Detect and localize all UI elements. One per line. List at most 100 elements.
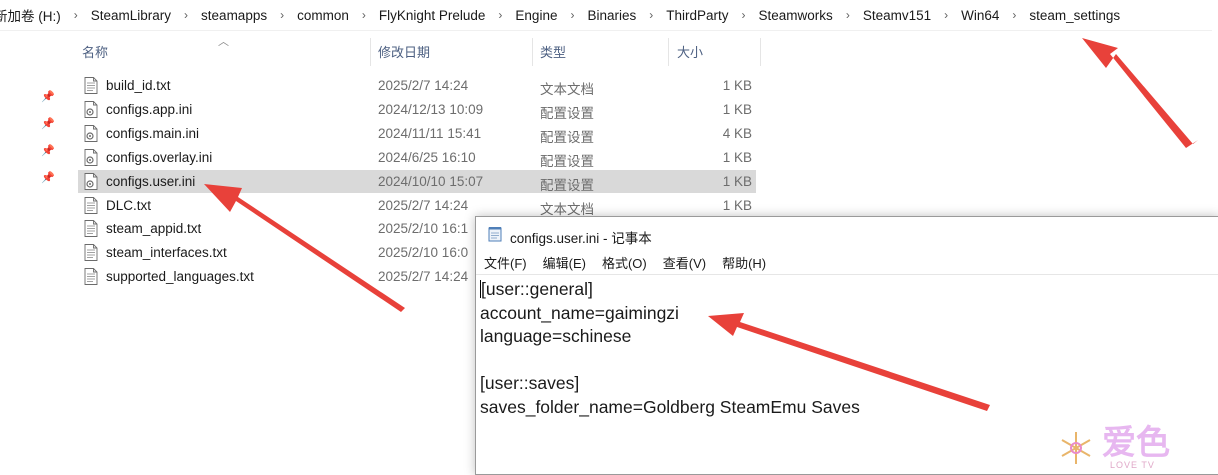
file-date: 2024/11/11 15:41 xyxy=(378,125,482,141)
chevron-right-icon[interactable]: › xyxy=(649,8,653,22)
file-size: 1 KB xyxy=(722,197,752,213)
file-row[interactable]: configs.user.ini 2024/10/10 15:07 配置设置 1 KB xyxy=(78,169,756,193)
file-name: build_id.txt xyxy=(106,78,171,93)
notepad-text-line xyxy=(480,349,1218,373)
file-type: 配置设置 xyxy=(540,153,594,169)
column-divider[interactable] xyxy=(532,38,533,66)
file-name: configs.user.ini xyxy=(106,173,196,189)
watermark-text: 爱色 xyxy=(1102,424,1170,462)
notepad-text-line: [user::general] xyxy=(480,278,1218,302)
notepad-menu-item[interactable]: 查看(V) xyxy=(655,251,714,273)
breadcrumb-item[interactable]: FlyKnight Prelude xyxy=(379,8,486,23)
chevron-right-icon[interactable]: › xyxy=(74,8,78,22)
file-date: 2025/2/7 14:24 xyxy=(378,197,469,213)
breadcrumb-item[interactable]: 新加卷 (H:) xyxy=(0,5,61,25)
file-name: steam_interfaces.txt xyxy=(106,245,227,261)
notepad-menu-item[interactable]: 帮助(H) xyxy=(714,251,774,273)
file-size: 1 KB xyxy=(722,149,752,165)
ini-file-icon xyxy=(84,172,98,190)
column-header-name[interactable]: 名称 xyxy=(82,38,108,64)
ini-file-icon xyxy=(84,124,98,142)
breadcrumb-item[interactable]: Steamworks xyxy=(759,8,833,23)
file-name: DLC.txt xyxy=(106,197,152,213)
pin-icon[interactable]: 📌 xyxy=(41,171,55,184)
column-divider[interactable] xyxy=(760,38,761,66)
ini-file-icon xyxy=(84,100,98,118)
file-date: 2025/2/10 16:0 xyxy=(378,245,469,261)
file-type: 配置设置 xyxy=(540,177,594,193)
text-file-icon xyxy=(84,196,98,214)
breadcrumb-item[interactable]: steam_settings xyxy=(1029,8,1120,23)
sort-ascending-icon: ︿ xyxy=(218,36,229,48)
file-date: 2024/12/13 10:09 xyxy=(378,101,484,117)
pin-icon[interactable]: 📌 xyxy=(41,144,55,157)
file-date: 2024/6/25 16:10 xyxy=(378,149,476,165)
file-row[interactable]: configs.app.ini 2024/12/13 10:09 配置设置 1 KB xyxy=(78,98,756,121)
file-name: steam_appid.txt xyxy=(106,221,202,237)
watermark-logo: 爱色 LOVE TV xyxy=(1058,424,1178,470)
file-row[interactable]: configs.overlay.ini 2024/6/25 16:10 配置设置 1 … xyxy=(78,146,756,169)
chevron-right-icon[interactable]: › xyxy=(742,8,746,22)
file-size: 4 KB xyxy=(722,125,752,141)
breadcrumb-item[interactable]: Steamv151 xyxy=(863,8,931,23)
file-type: 配置设置 xyxy=(540,129,594,145)
file-name: configs.overlay.ini xyxy=(106,149,213,165)
breadcrumb-item[interactable]: Win64 xyxy=(961,8,999,23)
breadcrumb-item[interactable]: common xyxy=(297,8,349,23)
notepad-menu-item[interactable]: 编辑(E) xyxy=(535,251,594,273)
file-date: 2025/2/10 16:1 xyxy=(378,221,469,237)
chevron-right-icon[interactable]: › xyxy=(570,8,574,22)
file-row[interactable]: configs.main.ini 2024/11/11 15:41 配置设置 4 KB xyxy=(78,122,756,145)
chevron-right-icon[interactable]: › xyxy=(184,8,188,22)
notepad-text-line: account_name=gaimingzi xyxy=(480,302,679,323)
text-file-icon xyxy=(84,244,98,262)
breadcrumb-item[interactable]: ThirdParty xyxy=(666,8,728,23)
column-divider[interactable] xyxy=(370,38,371,66)
breadcrumb-item[interactable]: Binaries xyxy=(587,8,636,23)
chevron-right-icon[interactable]: › xyxy=(498,8,502,22)
file-name: configs.main.ini xyxy=(106,125,200,141)
file-type: 文本文档 xyxy=(540,201,594,217)
notepad-text-line: language=schinese xyxy=(480,326,632,347)
file-name: supported_languages.txt xyxy=(106,269,254,285)
pin-icon[interactable]: 📌 xyxy=(41,90,55,103)
notepad-text-line: [user::saves] xyxy=(480,373,580,394)
chevron-right-icon[interactable]: › xyxy=(362,8,366,22)
file-date: 2024/10/10 15:07 xyxy=(378,173,484,189)
notepad-menu-bar: 文件(F) 编辑(E) 格式(O) 查看(V) 帮助(H) xyxy=(476,251,1218,273)
chevron-right-icon[interactable]: › xyxy=(944,8,948,22)
arrow-to-folder-icon xyxy=(1082,38,1198,148)
file-size: 1 KB xyxy=(722,101,752,117)
file-type: 配置设置 xyxy=(540,105,594,121)
file-date: 2025/2/7 14:24 xyxy=(378,78,469,93)
notepad-menu-item[interactable]: 文件(F) xyxy=(476,251,535,273)
breadcrumb-item[interactable]: SteamLibrary xyxy=(91,8,171,23)
watermark-subtext: LOVE TV xyxy=(1110,460,1155,470)
text-file-icon xyxy=(84,77,98,94)
column-header-size[interactable]: 大小 xyxy=(677,38,703,64)
chevron-right-icon[interactable]: › xyxy=(846,8,850,22)
snowflake-icon xyxy=(1061,432,1091,464)
notepad-text-line: saves_folder_name=Goldberg SteamEmu Save… xyxy=(480,396,860,417)
file-size: 1 KB xyxy=(722,173,752,189)
file-row[interactable]: DLC.txt 2025/2/7 14:24 文本文档 1 KB xyxy=(78,194,756,217)
breadcrumb: 新加卷 (H:) › SteamLibrary › steamapps › common › F… xyxy=(0,0,1212,31)
column-header-date[interactable]: 修改日期 xyxy=(378,38,430,64)
notepad-title-bar[interactable]: configs.user.ini - 记事本 xyxy=(476,217,1218,251)
column-divider[interactable] xyxy=(668,38,669,66)
text-file-icon xyxy=(84,268,98,286)
chevron-right-icon[interactable]: › xyxy=(1012,8,1016,22)
column-header-type[interactable]: 类型 xyxy=(540,38,566,64)
notepad-menu-item[interactable]: 格式(O) xyxy=(594,251,655,273)
notepad-icon xyxy=(488,227,502,242)
notepad-title: configs.user.ini - 记事本 xyxy=(510,231,652,246)
file-date: 2025/2/7 14:24 xyxy=(378,269,469,285)
file-row[interactable]: build_id.txt 2025/2/7 14:24 文本文档 1 KB xyxy=(78,74,756,97)
breadcrumb-item[interactable]: Engine xyxy=(515,8,557,23)
chevron-right-icon[interactable]: › xyxy=(280,8,284,22)
file-size: 1 KB xyxy=(722,78,752,93)
file-type: 文本文档 xyxy=(540,82,594,97)
breadcrumb-item[interactable]: steamapps xyxy=(201,8,267,23)
pin-icon[interactable]: 📌 xyxy=(41,117,55,130)
notepad-line-text: [user::general] xyxy=(481,279,593,299)
